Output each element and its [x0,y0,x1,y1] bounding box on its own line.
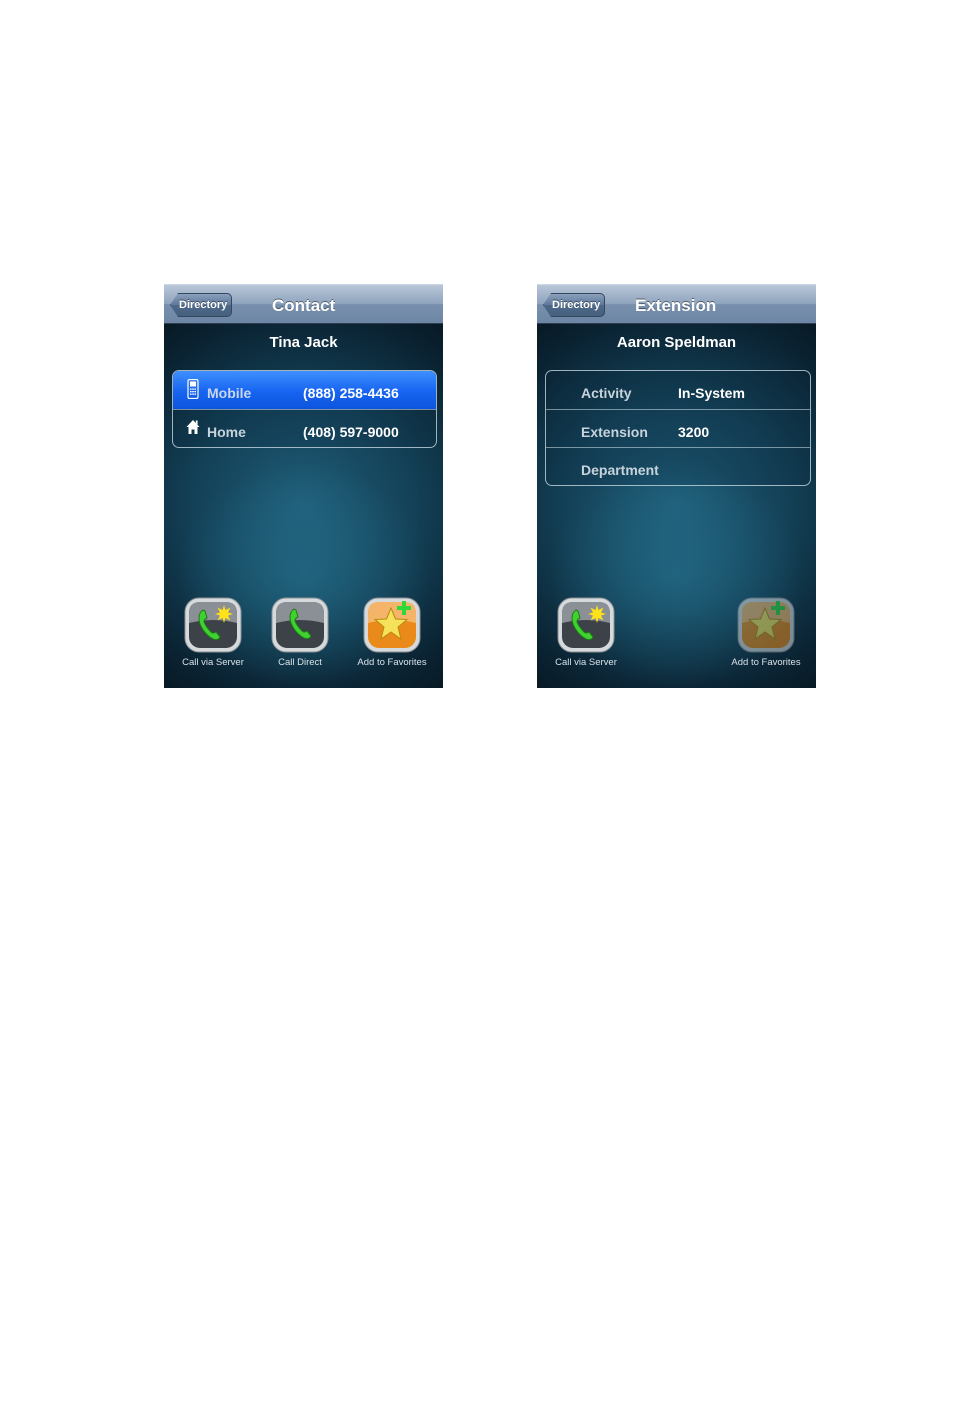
directory-back-button[interactable]: Directory [170,293,232,317]
nav-title: Contact [272,296,336,315]
detail-row-extension: Extension 3200 [546,409,810,447]
contact-screen: Directory Contact Tina Jack Mobile (888)… [164,284,443,688]
nav-title: Extension [635,296,717,315]
call-via-server-button[interactable]: Call via Server [546,596,626,676]
home-icon [186,420,200,434]
detail-row-activity: Activity In-System [546,371,810,409]
navigation-bar: Directory Contact [164,284,443,324]
phone-number-list: Mobile (888) 258-4436 Home (408) 597-900… [172,370,437,448]
phone-row-label: Home [207,424,246,440]
detail-row-department: Department [546,447,810,485]
call-via-server-button[interactable]: Call via Server [173,596,253,676]
contact-name: Tina Jack [269,334,338,351]
action-label: Add to Favorites [731,657,801,668]
action-label: Call via Server [555,657,617,668]
add-to-favorites-button[interactable]: Add to Favorites [352,596,432,676]
add-to-favorites-button[interactable]: Add to Favorites [726,596,806,676]
action-label: Call Direct [278,657,322,668]
call-via-server-icon [557,597,615,653]
navigation-bar: Directory Extension [537,284,816,324]
mobile-phone-icon [187,379,199,399]
action-label: Call via Server [182,657,244,668]
extension-detail-list: Activity In-System Extension 3200 Depart… [545,370,811,486]
phone-row-home[interactable]: Home (408) 597-9000 [173,409,436,447]
action-label: Add to Favorites [357,657,427,668]
phone-row-mobile[interactable]: Mobile (888) 258-4436 [173,371,436,409]
call-via-server-icon [184,597,242,653]
add-favorite-star-icon [363,597,421,653]
phone-row-value: (408) 597-9000 [303,424,399,440]
call-direct-icon [271,597,329,653]
call-direct-button[interactable]: Call Direct [260,596,340,676]
detail-row-label: Department [581,462,659,478]
extension-screen: Directory Extension Aaron Speldman Activ… [537,284,816,688]
extension-owner-name: Aaron Speldman [616,334,737,351]
add-favorite-star-icon [737,597,795,653]
directory-back-button[interactable]: Directory [543,293,605,317]
